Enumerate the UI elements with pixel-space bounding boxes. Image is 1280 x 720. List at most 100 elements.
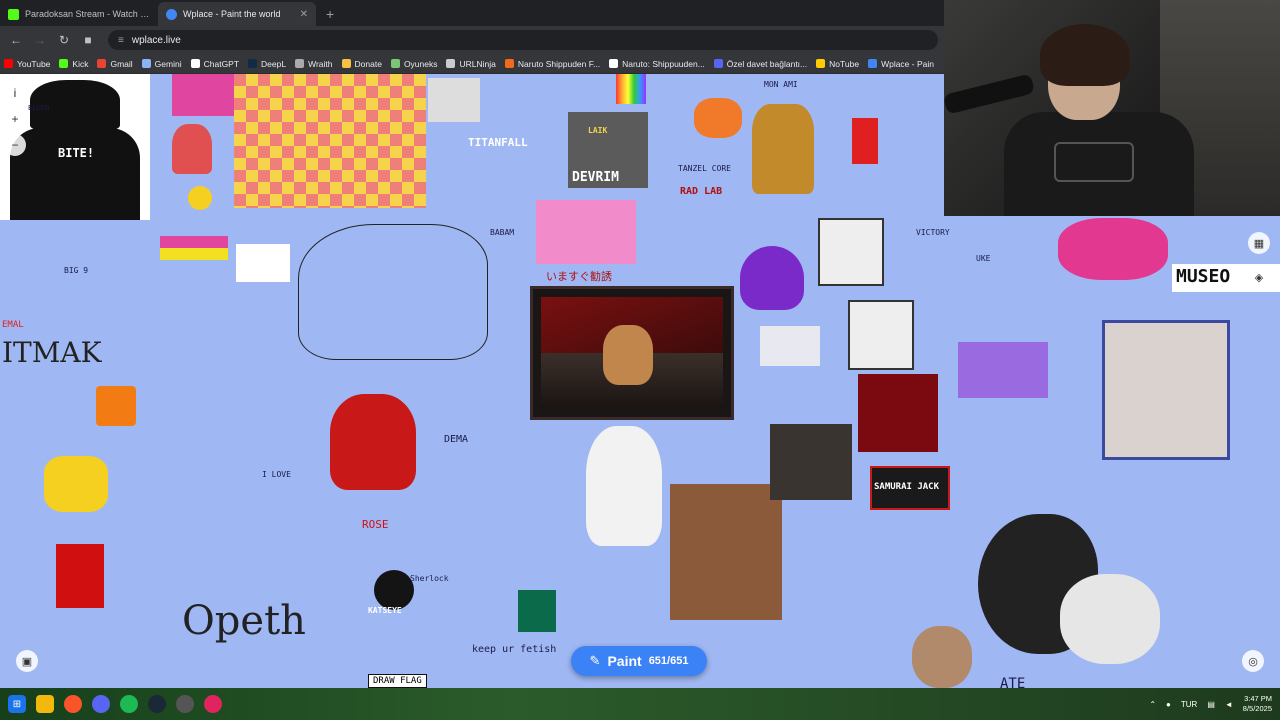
clock[interactable]: 3:47 PM 8/5/2025 xyxy=(1243,694,1272,714)
reload-icon[interactable]: ↻ xyxy=(54,30,74,50)
samurai-jack-sign: SAMURAI JACK xyxy=(870,466,950,510)
kick-favicon-icon xyxy=(8,8,19,20)
red-figure xyxy=(852,118,878,164)
locate-icon[interactable]: ◎ xyxy=(1242,650,1264,672)
microphone-icon[interactable]: ● xyxy=(1166,700,1171,709)
spotify-icon[interactable] xyxy=(120,695,138,713)
pink-block xyxy=(172,74,234,116)
devrim-sign: LAIK DEVRIM xyxy=(568,112,648,188)
bookmark-favicon-icon xyxy=(190,59,200,68)
red-portrait xyxy=(858,374,938,452)
settings-icon[interactable] xyxy=(176,695,194,713)
uke-text: ATE xyxy=(1000,676,1026,688)
volume-icon[interactable]: ◄ xyxy=(1225,700,1233,709)
spiderman-figure xyxy=(330,394,416,490)
bookmark-favicon-icon xyxy=(390,59,400,68)
info-icon[interactable]: i xyxy=(4,82,26,104)
half-life-logo xyxy=(96,386,136,426)
titanfall-text: TITANFALL xyxy=(468,136,528,149)
bookmark-item[interactable]: Gmail xyxy=(97,58,133,69)
i-love-text: I LOVE xyxy=(262,470,291,479)
bookmark-label: Gemini xyxy=(154,58,182,69)
browser-tab-bar: Paradoksan Stream - Watch Live on K Wpla… xyxy=(0,0,944,26)
bookmark-icon[interactable]: ■ xyxy=(78,30,98,50)
cowboy-portrait xyxy=(770,424,852,500)
map-pin-icon[interactable]: ▣ xyxy=(16,650,38,672)
bookmark-favicon-icon xyxy=(248,59,258,68)
windows-taskbar: ⊞ ⌃ ● TUR ▤ ◄ 3:47 PM 8/5/2025 xyxy=(0,688,1280,720)
tab-title: Paradoksan Stream - Watch Live on K xyxy=(25,9,150,19)
windows-start-icon[interactable]: ⊞ xyxy=(8,695,26,713)
brave-browser-icon[interactable] xyxy=(64,695,82,713)
bookmark-label: Gmail xyxy=(110,58,133,69)
paint-button[interactable]: ✎ Paint 651/651 xyxy=(571,646,707,676)
bookmark-item[interactable]: Wplace - Pain xyxy=(868,59,934,69)
address-bar[interactable]: ≡ wplace.live xyxy=(108,30,938,50)
bookmark-item[interactable]: URLNinja xyxy=(446,59,496,69)
tab-paradoksan-stream[interactable]: Paradoksan Stream - Watch Live on K xyxy=(0,2,158,26)
bookmark-item[interactable]: YouTube xyxy=(4,59,50,69)
bookmark-label: Kick xyxy=(72,58,89,69)
purple-hat-character xyxy=(740,246,804,310)
bookmark-label: Naruto Shippuden F... xyxy=(517,58,601,69)
screen: Paradoksan Stream - Watch Live on K Wpla… xyxy=(0,0,1280,720)
bookmark-item[interactable]: ChatGPT xyxy=(190,58,240,69)
bite-text: BITE! xyxy=(58,146,95,160)
paint-charge-count: 651/651 xyxy=(648,655,689,667)
bookmark-item[interactable]: DeepL xyxy=(248,59,286,69)
bookmark-favicon-icon xyxy=(504,59,514,68)
forward-icon[interactable]: → xyxy=(30,30,50,50)
bookmark-item[interactable]: Oyuneks xyxy=(390,58,438,69)
paint-label: Paint xyxy=(607,653,642,669)
flags-cluster xyxy=(760,326,820,366)
close-tab-icon[interactable]: ✕ xyxy=(300,9,308,20)
bookmark-label: ChatGPT xyxy=(203,58,240,69)
bookmark-item[interactable]: Gemini xyxy=(141,58,182,69)
bookmark-item[interactable]: Wraith xyxy=(295,58,333,69)
tab-wplace[interactable]: Wplace - Paint the world ✕ xyxy=(158,2,316,26)
record-icon[interactable] xyxy=(204,695,222,713)
bookmark-item[interactable]: Özel davet bağlantı... xyxy=(713,59,807,69)
bookmark-item[interactable]: Naruto: Shippuuden... xyxy=(609,59,705,69)
file-explorer-icon[interactable] xyxy=(36,695,54,713)
microphone xyxy=(944,73,1036,115)
bookmark-label: YouTube xyxy=(17,58,51,69)
yellow-character xyxy=(44,456,108,512)
rainbow-stripe xyxy=(616,74,646,104)
url-text: wplace.live xyxy=(131,34,181,46)
keep-fetish-text: keep ur fetish xyxy=(472,644,557,655)
trident-logo xyxy=(518,590,556,632)
cat-flag-painting xyxy=(530,286,734,420)
bookmark-item[interactable]: Naruto Shippuden F... xyxy=(504,58,601,69)
chevron-up-icon[interactable]: ⌃ xyxy=(1149,700,1156,709)
white-square xyxy=(236,244,290,282)
bookmark-item[interactable]: NoTube xyxy=(816,59,859,69)
new-tab-button[interactable]: + xyxy=(316,2,344,26)
site-info-icon[interactable]: ≡ xyxy=(118,35,124,46)
draw-flag-button[interactable]: DRAW FLAG xyxy=(368,674,427,688)
emal-text: EMAL xyxy=(2,320,24,330)
grid-icon[interactable]: ▦ xyxy=(1248,232,1270,254)
goat-character xyxy=(586,426,662,546)
bookmark-favicon-icon xyxy=(713,59,723,68)
bookmark-item[interactable]: Donate xyxy=(341,59,382,69)
white-fluffy-creature xyxy=(1060,574,1160,664)
bookmark-item[interactable]: Kick xyxy=(59,59,88,69)
layers-icon[interactable]: ◈ xyxy=(1248,266,1270,288)
steam-icon[interactable] xyxy=(148,695,166,713)
network-icon[interactable]: ▤ xyxy=(1207,700,1215,709)
anime-sketch xyxy=(298,224,488,360)
language-indicator[interactable]: TUR xyxy=(1181,700,1197,709)
zoom-in-icon[interactable]: + xyxy=(4,108,26,130)
bookmark-favicon-icon xyxy=(4,59,13,68)
bookmark-label: Wraith xyxy=(308,58,333,69)
bookmark-label: Oyuneks xyxy=(403,58,438,69)
discord-icon[interactable] xyxy=(92,695,110,713)
ellen-text: ELLEN xyxy=(28,104,50,112)
checker-pattern xyxy=(234,74,426,208)
cat-figure xyxy=(603,325,653,385)
zoom-out-icon[interactable]: − xyxy=(4,134,26,156)
back-icon[interactable]: ← xyxy=(6,30,26,50)
anime-eyes-face xyxy=(958,342,1048,398)
streamer-hair xyxy=(1040,24,1130,86)
